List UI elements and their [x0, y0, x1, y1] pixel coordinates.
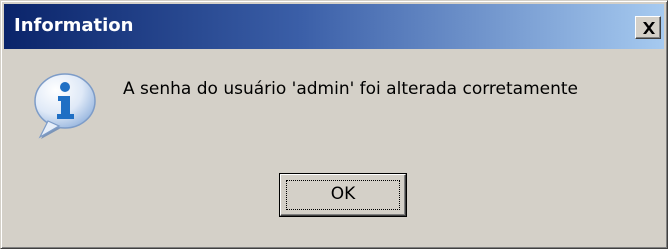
title-bar[interactable]: Information [4, 4, 664, 49]
message-text: A senha do usuário 'admin' foi alterada … [123, 79, 578, 99]
information-dialog: Information A senha do usuário 'admin' f… [0, 0, 668, 249]
info-icon [34, 73, 96, 139]
ok-button[interactable]: OK [279, 173, 407, 217]
ok-button-label: OK [330, 184, 356, 204]
close-button[interactable] [635, 16, 661, 39]
close-icon [643, 22, 655, 34]
dialog-title: Information [14, 15, 134, 36]
